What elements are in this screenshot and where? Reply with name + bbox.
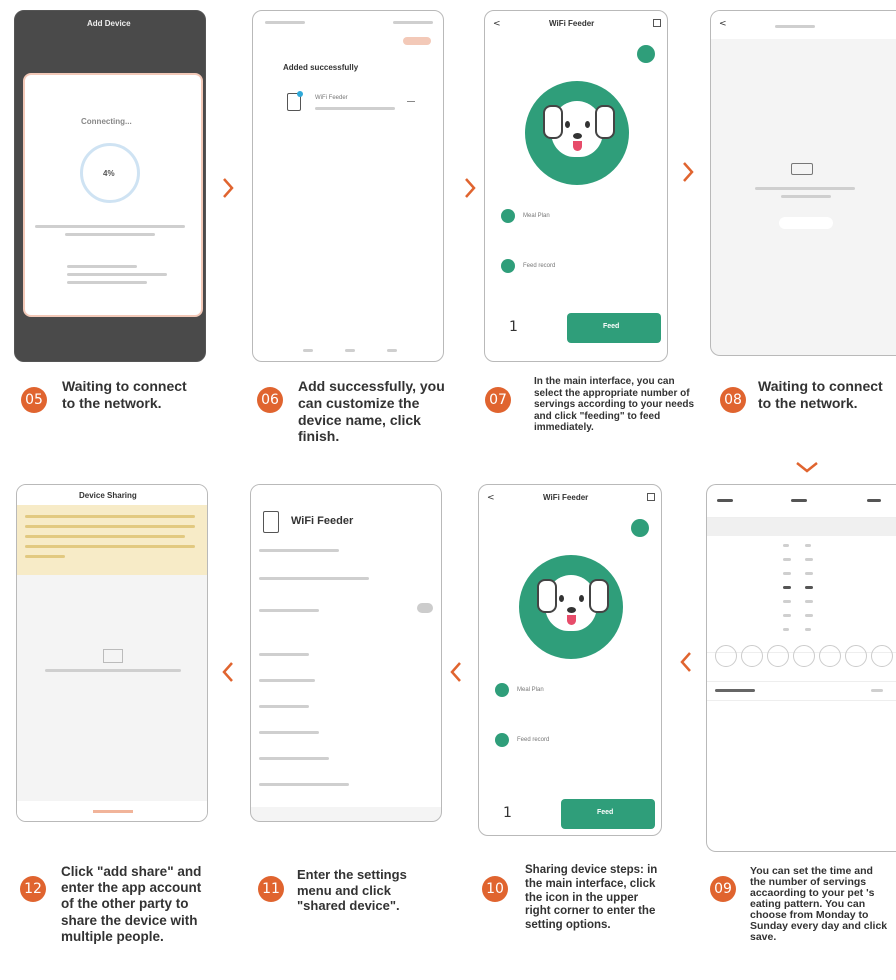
edit-icon[interactable] [647,493,655,501]
screen-08: < [710,10,896,356]
feed-button-label: Feed [603,323,620,330]
step-number-10: 10 [482,876,508,902]
device-sharing-title: Device Sharing [79,491,137,500]
screen-05: Add Device Connecting... 4% [14,10,206,362]
arrow-left-icon [450,662,461,682]
settings-icon[interactable] [637,45,655,63]
screen-07: < WiFi Feeder Meal Plan Feed record 1 Fe… [484,10,668,362]
screen-12: Device Sharing [16,484,208,822]
settings-device-title: WiFi Feeder [291,515,354,527]
step-caption-06: Add successfully, you can customize the … [298,378,445,445]
feed-record-row[interactable]: Feed record [497,257,657,277]
screen-11: WiFi Feeder [250,484,442,822]
step-caption-08: Waiting to connect to the network. [758,378,883,411]
screen-09 [706,484,896,852]
step-number-05: 05 [21,387,47,413]
servings-count[interactable]: 1 [503,805,512,821]
arrow-right-icon [223,178,234,198]
step-number-06: 06 [257,387,283,413]
step-number-08: 08 [720,387,746,413]
settings-icon[interactable] [631,519,649,537]
back-icon[interactable]: < [493,19,501,29]
feed-button[interactable]: Feed [567,313,661,343]
cancel-button[interactable] [717,499,733,502]
step-caption-09: You can set the time and the number of s… [750,865,888,944]
time-picker[interactable] [707,517,896,653]
arrow-right-icon [465,178,476,198]
feed-record-label: Feed record [523,263,556,269]
feed-record-icon [495,733,509,747]
feed-record-row[interactable]: Feed record [491,731,651,751]
done-button[interactable] [403,37,431,45]
feed-button[interactable]: Feed [561,799,655,829]
step-caption-12: Click "add share" and enter the app acco… [61,864,202,944]
add-share-button[interactable] [17,801,207,821]
meal-plan-icon [501,209,515,223]
back-icon[interactable]: < [487,493,495,503]
back-icon[interactable]: < [719,19,727,29]
progress-value: 4% [103,169,115,178]
feed-record-icon [501,259,515,273]
step-number-09: 09 [710,876,736,902]
added-successfully-label: Added successfully [283,63,359,72]
edit-icon[interactable] [653,19,661,27]
dog-avatar [519,555,623,659]
feed-record-label: Feed record [517,737,550,743]
share-device-item[interactable] [259,731,319,734]
step-number-07: 07 [485,387,511,413]
arrow-left-icon [680,652,691,672]
screen-05-title: Add Device [87,19,131,28]
online-dot-icon [297,91,303,97]
meal-plan-row[interactable]: Meal Plan [491,681,651,701]
save-button[interactable] [867,499,881,502]
feeder-title: WiFi Feeder [549,19,595,28]
edit-name-icon[interactable] [407,97,415,102]
meal-plan-label: Meal Plan [517,687,544,693]
sharing-notice [17,505,207,575]
servings-row[interactable] [707,681,896,701]
step-number-12: 12 [20,876,46,902]
dog-avatar [525,81,629,185]
step-caption-05: Waiting to connect to the network. [62,378,187,411]
step-caption-07: In the main interface, you can select th… [534,376,695,433]
meal-plan-row[interactable]: Meal Plan [497,207,657,227]
device-name: WiFi Feeder [315,95,348,101]
step-caption-10: Sharing device steps: in the main interf… [525,864,658,932]
meal-plan-icon [495,683,509,697]
arrow-down-icon [796,462,818,473]
screen-06: Added successfully WiFi Feeder [252,10,444,362]
weekday-selector[interactable] [715,645,895,667]
connecting-label: Connecting... [81,117,132,126]
connecting-dialog: Connecting... 4% [23,73,203,317]
empty-list-icon [103,649,123,663]
step-caption-11: Enter the settings menu and click "share… [297,867,407,914]
settings-menu-list [251,537,441,807]
meal-plan-label: Meal Plan [523,213,550,219]
feeder-title: WiFi Feeder [543,493,589,502]
feeder-device-icon [263,511,279,533]
feed-button-label: Feed [597,809,614,816]
screen-10: < WiFi Feeder Meal Plan Feed record 1 Fe… [478,484,662,836]
arrow-right-icon [683,162,694,182]
offline-toggle[interactable] [417,603,433,613]
step-number-11: 11 [258,876,284,902]
arrow-left-icon [222,662,233,682]
retry-button[interactable] [779,217,833,229]
router-icon [791,163,813,175]
servings-count[interactable]: 1 [509,319,518,335]
